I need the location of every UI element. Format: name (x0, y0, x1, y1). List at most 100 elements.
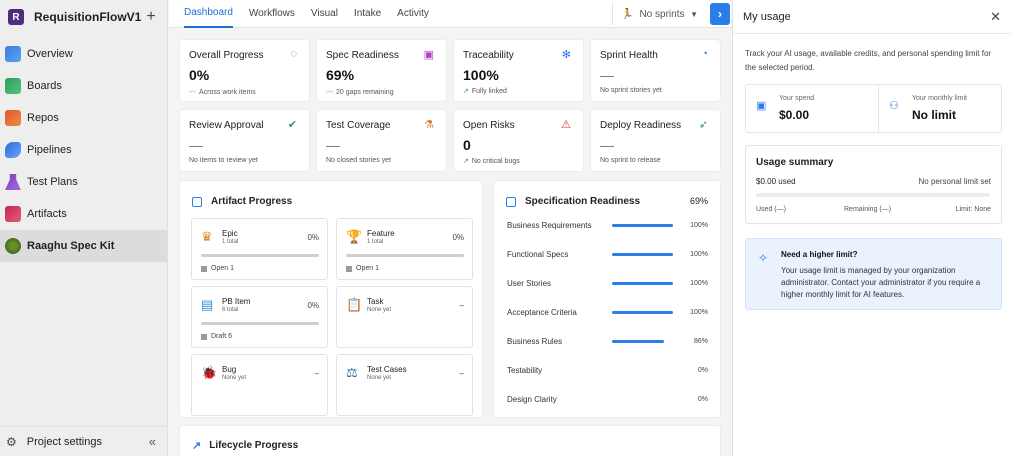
kpi-card-test-coverage[interactable]: Test Coverage ⚗ — No closed stories yet (317, 110, 446, 171)
lifecycle-progress-card: ↗ Lifecycle Progress (180, 426, 720, 456)
sidebar-item-pipelines[interactable]: Pipelines (0, 134, 167, 166)
progress-ring-icon: ◌ (290, 48, 297, 60)
artifact-count: 6 total (222, 307, 239, 313)
project-name[interactable]: RequisitionFlowV1 (34, 10, 143, 24)
kpi-value: — (326, 137, 340, 153)
monthly-limit: ⚇ Your monthly limit No limit (879, 85, 1011, 132)
spec-row-label: Business Requirements (507, 221, 592, 230)
spec-row-percent: 86% (693, 338, 708, 345)
tab-intake[interactable]: Intake (354, 0, 381, 28)
gear-icon: ⚙ (6, 434, 17, 449)
crown-icon: ♛ (201, 229, 213, 244)
artifact-status: Draft 6 (201, 333, 232, 340)
sidebar-item-spec-kit[interactable]: Raaghu Spec Kit (0, 230, 167, 262)
kpi-card-traceability[interactable]: Traceability ✻ 100% ↗ Fully linked (454, 40, 583, 101)
panel-description: Track your AI usage, available credits, … (745, 49, 992, 72)
sprint-selector[interactable]: 🏃 No sprints ▼ (612, 3, 704, 25)
project-settings[interactable]: ⚙ Project settings « (0, 426, 168, 456)
kpi-title: Open Risks (463, 120, 515, 131)
chevron-down-icon: ▼ (690, 9, 698, 19)
kpi-card-spec-readiness[interactable]: Spec Readiness ▣ 69% 〰 20 gaps remaining (317, 40, 446, 101)
spec-row-label: Design Clarity (507, 395, 557, 404)
sparkle-icon: ✧ (758, 251, 769, 265)
your-spend: ▣ Your spend $0.00 (746, 85, 879, 132)
sidebar-item-test-plans[interactable]: Test Plans (0, 166, 167, 198)
kpi-title: Sprint Health (600, 50, 658, 61)
kpi-card-open-risks[interactable]: Open Risks ⚠ 0 ↗ No critical bugs (454, 110, 583, 171)
summary-title: Usage summary (756, 157, 834, 168)
kpi-value: 0 (463, 137, 471, 153)
tab-visual[interactable]: Visual (311, 0, 338, 28)
artifact-count: 1 total (222, 239, 239, 245)
artifact-tile-pb-item[interactable]: ▤ PB Item 6 total 0% Draft 6 (191, 286, 328, 348)
kpi-subtext: 〰 20 gaps remaining (326, 89, 394, 96)
kpi-title: Traceability (463, 50, 514, 61)
spec-row-label: User Stories (507, 279, 552, 288)
sidebar-item-artifacts[interactable]: Artifacts (0, 198, 167, 230)
summary-limit: No personal limit set (918, 177, 991, 186)
higher-limit-notice: ✧ Need a higher limit? Your usage limit … (745, 238, 1002, 310)
artifact-tile-test-cases[interactable]: ⚖ Test Cases None yet – (336, 354, 473, 416)
artifact-tile-epic[interactable]: ♛ Epic 1 total 0% Open 1 (191, 218, 328, 280)
sidebar-item-boards[interactable]: Boards (0, 70, 167, 102)
overview-icon (5, 46, 21, 62)
spec-row-percent: 100% (690, 222, 708, 229)
spec-doc-icon (506, 196, 516, 207)
kpi-value: — (600, 137, 614, 153)
kpi-card-review-approval[interactable]: Review Approval ✔ — No items to review y… (180, 110, 309, 171)
spec-row-percent: 100% (690, 280, 708, 287)
sidebar: R RequisitionFlowV1 + Overview Boards Re… (0, 0, 168, 456)
artifact-percent: 0% (307, 233, 319, 242)
sidebar-item-label: Pipelines (27, 144, 72, 156)
kpi-card-overall-progress[interactable]: Overall Progress ◌ 0% 〰 Across work items (180, 40, 309, 101)
sidebar-item-overview[interactable]: Overview (0, 38, 167, 70)
spec-row-label: Testability (507, 366, 543, 375)
artifact-tile-feature[interactable]: 🏆 Feature 1 total 0% Open 1 (336, 218, 473, 280)
kpi-card-sprint-health[interactable]: Sprint Health ◔ — No sprint stories yet (591, 40, 720, 101)
network-icon: ✻ (561, 49, 571, 61)
artifact-percent: – (459, 301, 464, 310)
add-icon[interactable]: + (143, 8, 159, 26)
tab-dashboard[interactable]: Dashboard (184, 0, 233, 28)
project-header[interactable]: R RequisitionFlowV1 + (0, 0, 167, 34)
artifact-count: 1 total (367, 239, 384, 245)
tab-workflows[interactable]: Workflows (249, 0, 295, 28)
collapse-icon[interactable]: « (149, 434, 156, 449)
spec-row-bar (612, 253, 673, 256)
artifact-name: Epic (222, 229, 238, 238)
close-icon[interactable]: ✕ (990, 9, 1001, 25)
flask-icon: ⚗ (424, 119, 434, 131)
kpi-value: 0% (189, 67, 210, 83)
trophy-icon: 🏆 (346, 229, 363, 244)
kpi-title: Test Coverage (326, 120, 391, 131)
bug-icon: 🐞 (201, 365, 218, 380)
tab-activity[interactable]: Activity (397, 0, 429, 28)
artifact-tile-bug[interactable]: 🐞 Bug None yet – (191, 354, 328, 416)
artifact-tile-task[interactable]: 📋 Task None yet – (336, 286, 473, 348)
artifact-percent: – (314, 369, 319, 378)
used-label: Used (—) (756, 206, 786, 213)
artifact-name: PB Item (222, 297, 251, 306)
pipelines-icon (5, 142, 21, 158)
kpi-subtext: 〰 Across work items (189, 89, 256, 96)
kpi-title: Review Approval (189, 120, 264, 131)
sidebar-item-repos[interactable]: Repos (0, 102, 167, 134)
sidebar-item-label: Boards (27, 80, 62, 92)
sidebar-item-label: Artifacts (27, 208, 67, 220)
artifact-name: Task (367, 297, 384, 306)
kpi-card-deploy-readiness[interactable]: Deploy Readiness ➶ — No sprint to releas… (591, 110, 720, 171)
expand-panel-button[interactable]: › (710, 3, 730, 25)
artifact-progress-title: Artifact Progress (192, 196, 292, 207)
spec-row-percent: 0% (697, 367, 708, 374)
spec-row-percent: 100% (690, 309, 708, 316)
spec-kit-icon (5, 238, 21, 254)
spec-readiness-total: 69% (689, 196, 708, 206)
test-case-icon: ⚖ (346, 365, 358, 380)
kpi-value: — (600, 67, 614, 83)
spec-row-bar (612, 311, 673, 314)
status-square-icon (201, 265, 207, 272)
status-square-icon (346, 265, 352, 272)
artifact-percent: 0% (307, 301, 319, 310)
gauge-icon: ◔ (701, 48, 708, 60)
kpi-subtext: No items to review yet (189, 157, 258, 164)
